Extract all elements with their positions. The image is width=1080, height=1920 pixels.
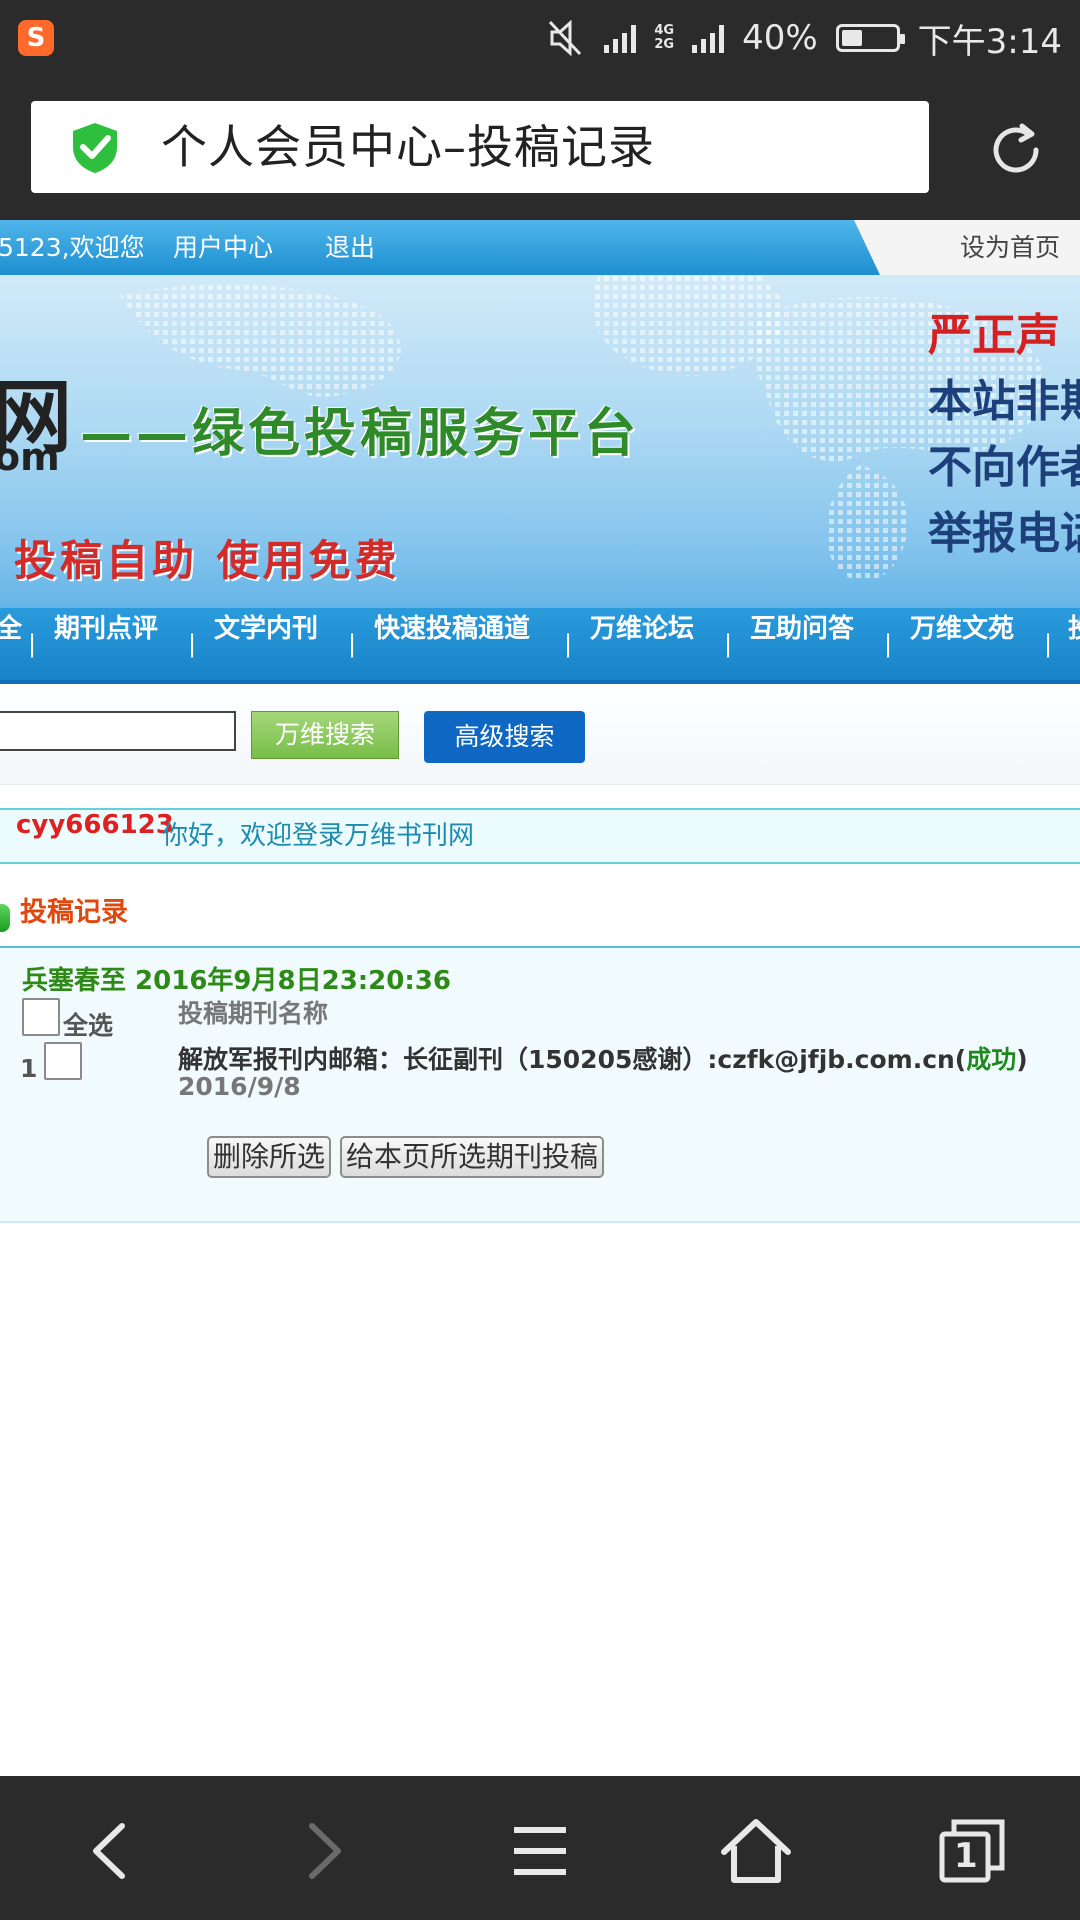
notice-line: 不向作者 — [928, 442, 1080, 493]
forward-icon[interactable] — [284, 1816, 364, 1886]
notice-line: 本站非期 — [928, 376, 1080, 427]
nav-item-qa[interactable]: 互助问答 — [750, 608, 854, 645]
page-title: 个人会员中心–投稿记录 — [161, 120, 655, 174]
submit-selected-button[interactable]: 给本页所选期刊投稿 — [340, 1136, 605, 1178]
welcome-bar: cyy666123 你好，欢迎登录万维书刊网 — [0, 808, 1080, 864]
signal-icon — [604, 23, 637, 53]
menu-icon[interactable] — [500, 1816, 580, 1886]
app-notification-icon: S — [18, 20, 54, 56]
site-top-links: 5123,欢迎您 用户中心 退出 设为首页 — [0, 220, 1080, 275]
row-checkbox[interactable] — [44, 1042, 82, 1080]
tabs-icon[interactable]: 1 — [932, 1816, 1012, 1886]
nav-separator: | — [188, 630, 197, 658]
submission-record-panel: 兵塞春至 2016年9月8日23:20:36 全选 1 投稿期刊名称 解放军报刊… — [0, 948, 1080, 1223]
network-type: 4G 2G — [654, 23, 675, 52]
column-header: 投稿期刊名称 — [178, 999, 329, 1028]
row-index: 1 — [20, 1054, 38, 1083]
select-all-checkbox[interactable] — [22, 998, 60, 1036]
nav-item[interactable]: 投 — [1068, 608, 1080, 645]
logout-link[interactable]: 退出 — [325, 220, 375, 275]
clock: 下午3:14 — [917, 21, 1062, 62]
search-button[interactable]: 万维搜索 — [251, 711, 399, 759]
browser-toolbar: 个人会员中心–投稿记录 — [0, 76, 1080, 220]
record-heading: 兵塞春至 2016年9月8日23:20:36 — [22, 966, 451, 996]
browser-bottom-bar: 1 — [0, 1776, 1080, 1920]
tab-count: 1 — [954, 1836, 978, 1876]
address-bar[interactable]: 个人会员中心–投稿记录 — [31, 101, 929, 193]
signal-icon-2 — [692, 23, 725, 53]
mute-icon — [549, 19, 582, 57]
record-date: 2016/9/8 — [178, 1072, 301, 1101]
nav-separator: | — [348, 630, 357, 658]
nav-item-forum[interactable]: 万维论坛 — [590, 608, 694, 645]
nav-separator: | — [28, 630, 37, 658]
notice-line: 举报电话 — [928, 508, 1080, 559]
battery-icon — [835, 24, 905, 52]
banner-slogan: ——绿色投稿服务平台 — [80, 403, 641, 464]
nav-item[interactable]: 全 — [0, 608, 22, 645]
set-home-link[interactable]: 设为首页 — [960, 220, 1060, 275]
section-header: 投稿记录 — [0, 890, 1080, 948]
status-bar: S 4G 2G 40% 下午3:14 — [0, 0, 1080, 76]
nav-item-journal-review[interactable]: 期刊点评 — [54, 608, 158, 645]
search-input[interactable] — [0, 711, 236, 751]
bullet-icon — [0, 904, 10, 932]
welcome-message: 你好，欢迎登录万维书刊网 — [162, 821, 475, 851]
back-icon[interactable] — [70, 1816, 150, 1886]
user-center-link[interactable]: 用户中心 — [173, 220, 273, 275]
notice-line: 严正声 — [928, 310, 1060, 361]
banner-notice: 严正声 本站非期 不向作者 举报电话 — [928, 303, 1080, 567]
section-title: 投稿记录 — [20, 897, 128, 928]
journal-name: 解放军报刊内邮箱：长征副刊（150205感谢）:czfk@jfjb.com.cn… — [178, 1045, 1028, 1074]
status-success: 成功 — [966, 1045, 1017, 1074]
battery-percent: 40% — [742, 18, 818, 58]
site-logo-domain: om — [0, 435, 60, 479]
set-home-area: 设为首页 — [854, 220, 1080, 275]
home-icon[interactable] — [716, 1816, 796, 1886]
welcome-user-text: 5123,欢迎您 — [0, 233, 145, 262]
shield-check-icon — [73, 123, 117, 173]
nav-item-literary[interactable]: 文学内刊 — [214, 608, 318, 645]
site-banner: 网 om ——绿色投稿服务平台 投稿自助 使用免费 严正声 本站非期 不向作者 … — [0, 275, 1080, 608]
nav-separator: | — [564, 630, 573, 658]
reload-icon[interactable] — [986, 120, 1046, 180]
search-row: 万维搜索 高级搜索 — [0, 684, 1080, 785]
main-nav: 全 | 期刊点评 | 文学内刊 | 快速投稿通道 | 万维论坛 | 互助问答 |… — [0, 608, 1080, 684]
username: cyy666123 — [16, 810, 174, 840]
delete-selected-button[interactable]: 删除所选 — [207, 1136, 332, 1178]
nav-separator: | — [1044, 630, 1053, 658]
advanced-search-button[interactable]: 高级搜索 — [424, 711, 585, 763]
nav-item-fast-submit[interactable]: 快速投稿通道 — [374, 608, 530, 645]
banner-free-text: 投稿自助 使用免费 — [14, 536, 401, 585]
nav-item-wenyuan[interactable]: 万维文苑 — [910, 608, 1014, 645]
nav-separator: | — [884, 630, 893, 658]
select-all-label: 全选 — [63, 1011, 114, 1040]
nav-separator: | — [724, 630, 733, 658]
